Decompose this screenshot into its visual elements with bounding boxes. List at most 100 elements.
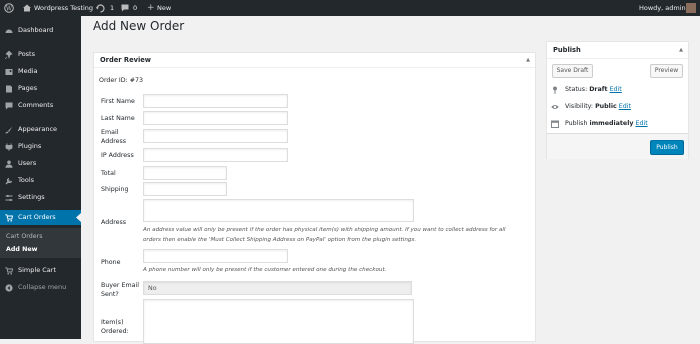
plugin-icon xyxy=(5,143,13,151)
address-hint: An address value will only be present if… xyxy=(143,225,505,245)
wordpress-logo-icon[interactable]: W xyxy=(4,0,16,16)
greeting-text[interactable]: Howdy, admin xyxy=(639,0,686,16)
cart-orders-submenu: Cart Orders Add New xyxy=(0,228,81,258)
comments-icon[interactable] xyxy=(121,0,129,16)
edit-publish-date-link[interactable]: Edit xyxy=(635,120,647,127)
admin-bar: W Wordpress Testing 1 0 + New Howdy, adm… xyxy=(0,0,700,16)
last-name-label: Last Name xyxy=(101,115,135,122)
sidebar-item-cart-orders[interactable]: Cart Orders xyxy=(0,210,81,225)
last-name-input[interactable] xyxy=(143,111,288,125)
sidebar-item-simple-cart[interactable]: Simple Cart xyxy=(0,264,81,277)
order-review-header[interactable]: Order Review ▲ xyxy=(94,53,535,68)
items-label-line-2: Ordered: xyxy=(101,328,129,335)
publish-button[interactable]: Publish xyxy=(650,140,684,155)
status-value: Draft xyxy=(589,86,608,93)
items-ordered-textarea[interactable] xyxy=(143,299,414,344)
updates-count[interactable]: 1 xyxy=(110,0,114,16)
total-label: Total xyxy=(101,170,116,177)
current-menu-arrow-icon xyxy=(76,213,81,222)
pin-icon xyxy=(553,86,557,94)
collapse-menu-button[interactable]: Collapse menu xyxy=(0,281,81,294)
cart-icon xyxy=(5,214,13,222)
sidebar-item-dashboard[interactable]: Dashboard xyxy=(0,24,81,37)
items-label-line-1: Item(s) xyxy=(101,319,124,326)
buyer-email-label-line-2: Sent? xyxy=(101,291,119,298)
address-hint-line-2: orders then enable the 'Must Collect Shi… xyxy=(143,237,417,243)
phone-input[interactable] xyxy=(143,249,288,263)
admin-sidebar: Dashboard Posts Media Pages Comments App… xyxy=(0,16,81,339)
shipping-input[interactable] xyxy=(143,182,227,196)
sidebar-item-label: Tools xyxy=(18,176,35,184)
sidebar-item-label: Pages xyxy=(18,84,38,92)
sidebar-item-label: Collapse menu xyxy=(18,283,67,291)
first-name-label: First Name xyxy=(101,98,135,105)
phone-hint: A phone number will only be present if t… xyxy=(143,267,387,273)
address-label: Address xyxy=(101,219,127,226)
avatar[interactable] xyxy=(686,3,696,13)
sidebar-item-label: Dashboard xyxy=(18,26,54,34)
visibility-label: Visibility: xyxy=(565,103,596,110)
comments-count[interactable]: 0 xyxy=(133,0,137,16)
collapse-toggle-icon[interactable]: ▲ xyxy=(526,53,530,68)
ip-address-label: IP Address xyxy=(101,152,134,159)
sidebar-item-label: Comments xyxy=(18,101,54,109)
items-ordered-label: Item(s) Ordered: xyxy=(101,318,129,336)
sidebar-item-label: Simple Cart xyxy=(18,266,57,274)
buyer-email-sent-label: Buyer Email Sent? xyxy=(101,281,139,299)
wrench-icon xyxy=(5,177,13,185)
phone-label: Phone xyxy=(101,259,121,266)
order-review-heading: Order Review xyxy=(100,56,151,64)
new-content-link[interactable]: New xyxy=(157,0,171,16)
order-id-text: Order ID: #73 xyxy=(99,77,144,84)
visibility-value: Public xyxy=(595,103,617,110)
sidebar-item-label: Plugins xyxy=(18,142,42,150)
buyer-email-label-line-1: Buyer Email xyxy=(101,282,139,289)
sidebar-item-label: Media xyxy=(18,67,38,75)
first-name-input[interactable] xyxy=(143,94,288,108)
sidebar-item-settings[interactable]: Settings xyxy=(0,191,81,204)
collapse-icon xyxy=(5,284,13,292)
page-icon xyxy=(6,85,12,93)
total-input[interactable] xyxy=(143,166,227,180)
svg-text:W: W xyxy=(6,5,13,12)
edit-visibility-link[interactable]: Edit xyxy=(619,103,631,110)
sidebar-item-appearance[interactable]: Appearance xyxy=(0,123,81,136)
submenu-item-cart-orders[interactable]: Cart Orders xyxy=(6,231,43,243)
sidebar-item-label: Posts xyxy=(18,50,35,58)
eye-icon xyxy=(551,105,559,109)
submenu-item-add-new[interactable]: Add New xyxy=(6,244,37,256)
sidebar-item-label: Appearance xyxy=(18,125,58,133)
sidebar-item-media[interactable]: Media xyxy=(0,65,81,78)
users-icon xyxy=(5,160,13,168)
sidebar-item-posts[interactable]: Posts xyxy=(0,48,81,61)
edit-status-link[interactable]: Edit xyxy=(610,86,622,93)
cart-icon xyxy=(5,267,13,275)
updates-icon[interactable] xyxy=(96,0,105,16)
sidebar-item-comments[interactable]: Comments xyxy=(0,99,81,112)
publish-header[interactable]: Publish ▲ xyxy=(547,42,688,59)
address-textarea[interactable] xyxy=(143,199,414,222)
publish-heading: Publish xyxy=(553,46,581,54)
address-hint-line-1: An address value will only be present if… xyxy=(143,227,506,233)
plus-icon[interactable]: + xyxy=(147,0,155,16)
sidebar-item-plugins[interactable]: Plugins xyxy=(0,140,81,153)
publish-value: immediately xyxy=(589,120,634,127)
site-name-link[interactable]: Wordpress Testing xyxy=(34,0,93,16)
collapse-toggle-icon[interactable]: ▲ xyxy=(679,42,683,59)
sidebar-item-pages[interactable]: Pages xyxy=(0,82,81,95)
preview-button[interactable]: Preview xyxy=(650,64,683,78)
sidebar-item-users[interactable]: Users xyxy=(0,157,81,170)
shipping-label: Shipping xyxy=(101,186,129,193)
settings-icon xyxy=(5,195,13,201)
buyer-email-sent-value: No xyxy=(148,285,157,292)
home-icon[interactable] xyxy=(23,0,31,16)
sidebar-item-tools[interactable]: Tools xyxy=(0,174,81,187)
status-label: Status: xyxy=(565,86,590,93)
comment-icon xyxy=(5,102,13,110)
publish-label: Publish xyxy=(565,120,590,127)
dashboard-icon xyxy=(5,29,13,33)
ip-address-input[interactable] xyxy=(143,148,288,162)
save-draft-button[interactable]: Save Draft xyxy=(552,64,593,78)
paintbrush-icon xyxy=(5,126,13,134)
email-address-input[interactable] xyxy=(143,129,288,143)
